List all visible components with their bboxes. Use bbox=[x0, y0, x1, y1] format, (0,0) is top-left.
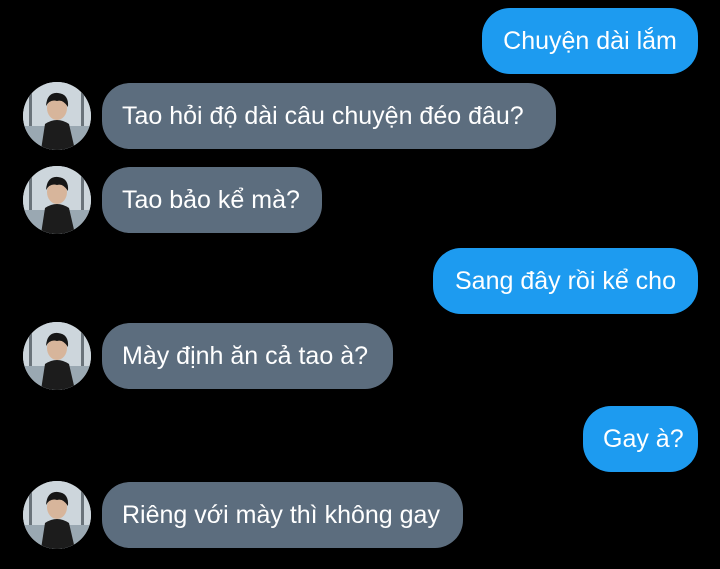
chat-thread: Chuyện dài lắm Tao hỏi độ dài câu chuyện… bbox=[0, 0, 720, 569]
message-bubble-outgoing[interactable]: Gay à? bbox=[583, 406, 698, 472]
contact-avatar[interactable] bbox=[23, 481, 91, 549]
avatar-photo-icon bbox=[23, 166, 91, 234]
message-bubble-outgoing[interactable]: Chuyện dài lắm bbox=[482, 8, 698, 74]
message-bubble-incoming[interactable]: Mày định ăn cả tao à? bbox=[102, 323, 393, 389]
contact-avatar[interactable] bbox=[23, 82, 91, 150]
message-bubble-outgoing[interactable]: Sang đây rồi kể cho bbox=[433, 248, 698, 314]
message-bubble-incoming[interactable]: Riêng với mày thì không gay bbox=[102, 482, 463, 548]
contact-avatar[interactable] bbox=[23, 166, 91, 234]
avatar-photo-icon bbox=[23, 322, 91, 390]
avatar-photo-icon bbox=[23, 82, 91, 150]
contact-avatar[interactable] bbox=[23, 322, 91, 390]
message-bubble-incoming[interactable]: Tao hỏi độ dài câu chuyện đéo đâu? bbox=[102, 83, 556, 149]
message-bubble-incoming[interactable]: Tao bảo kể mà? bbox=[102, 167, 322, 233]
avatar-photo-icon bbox=[23, 481, 91, 549]
